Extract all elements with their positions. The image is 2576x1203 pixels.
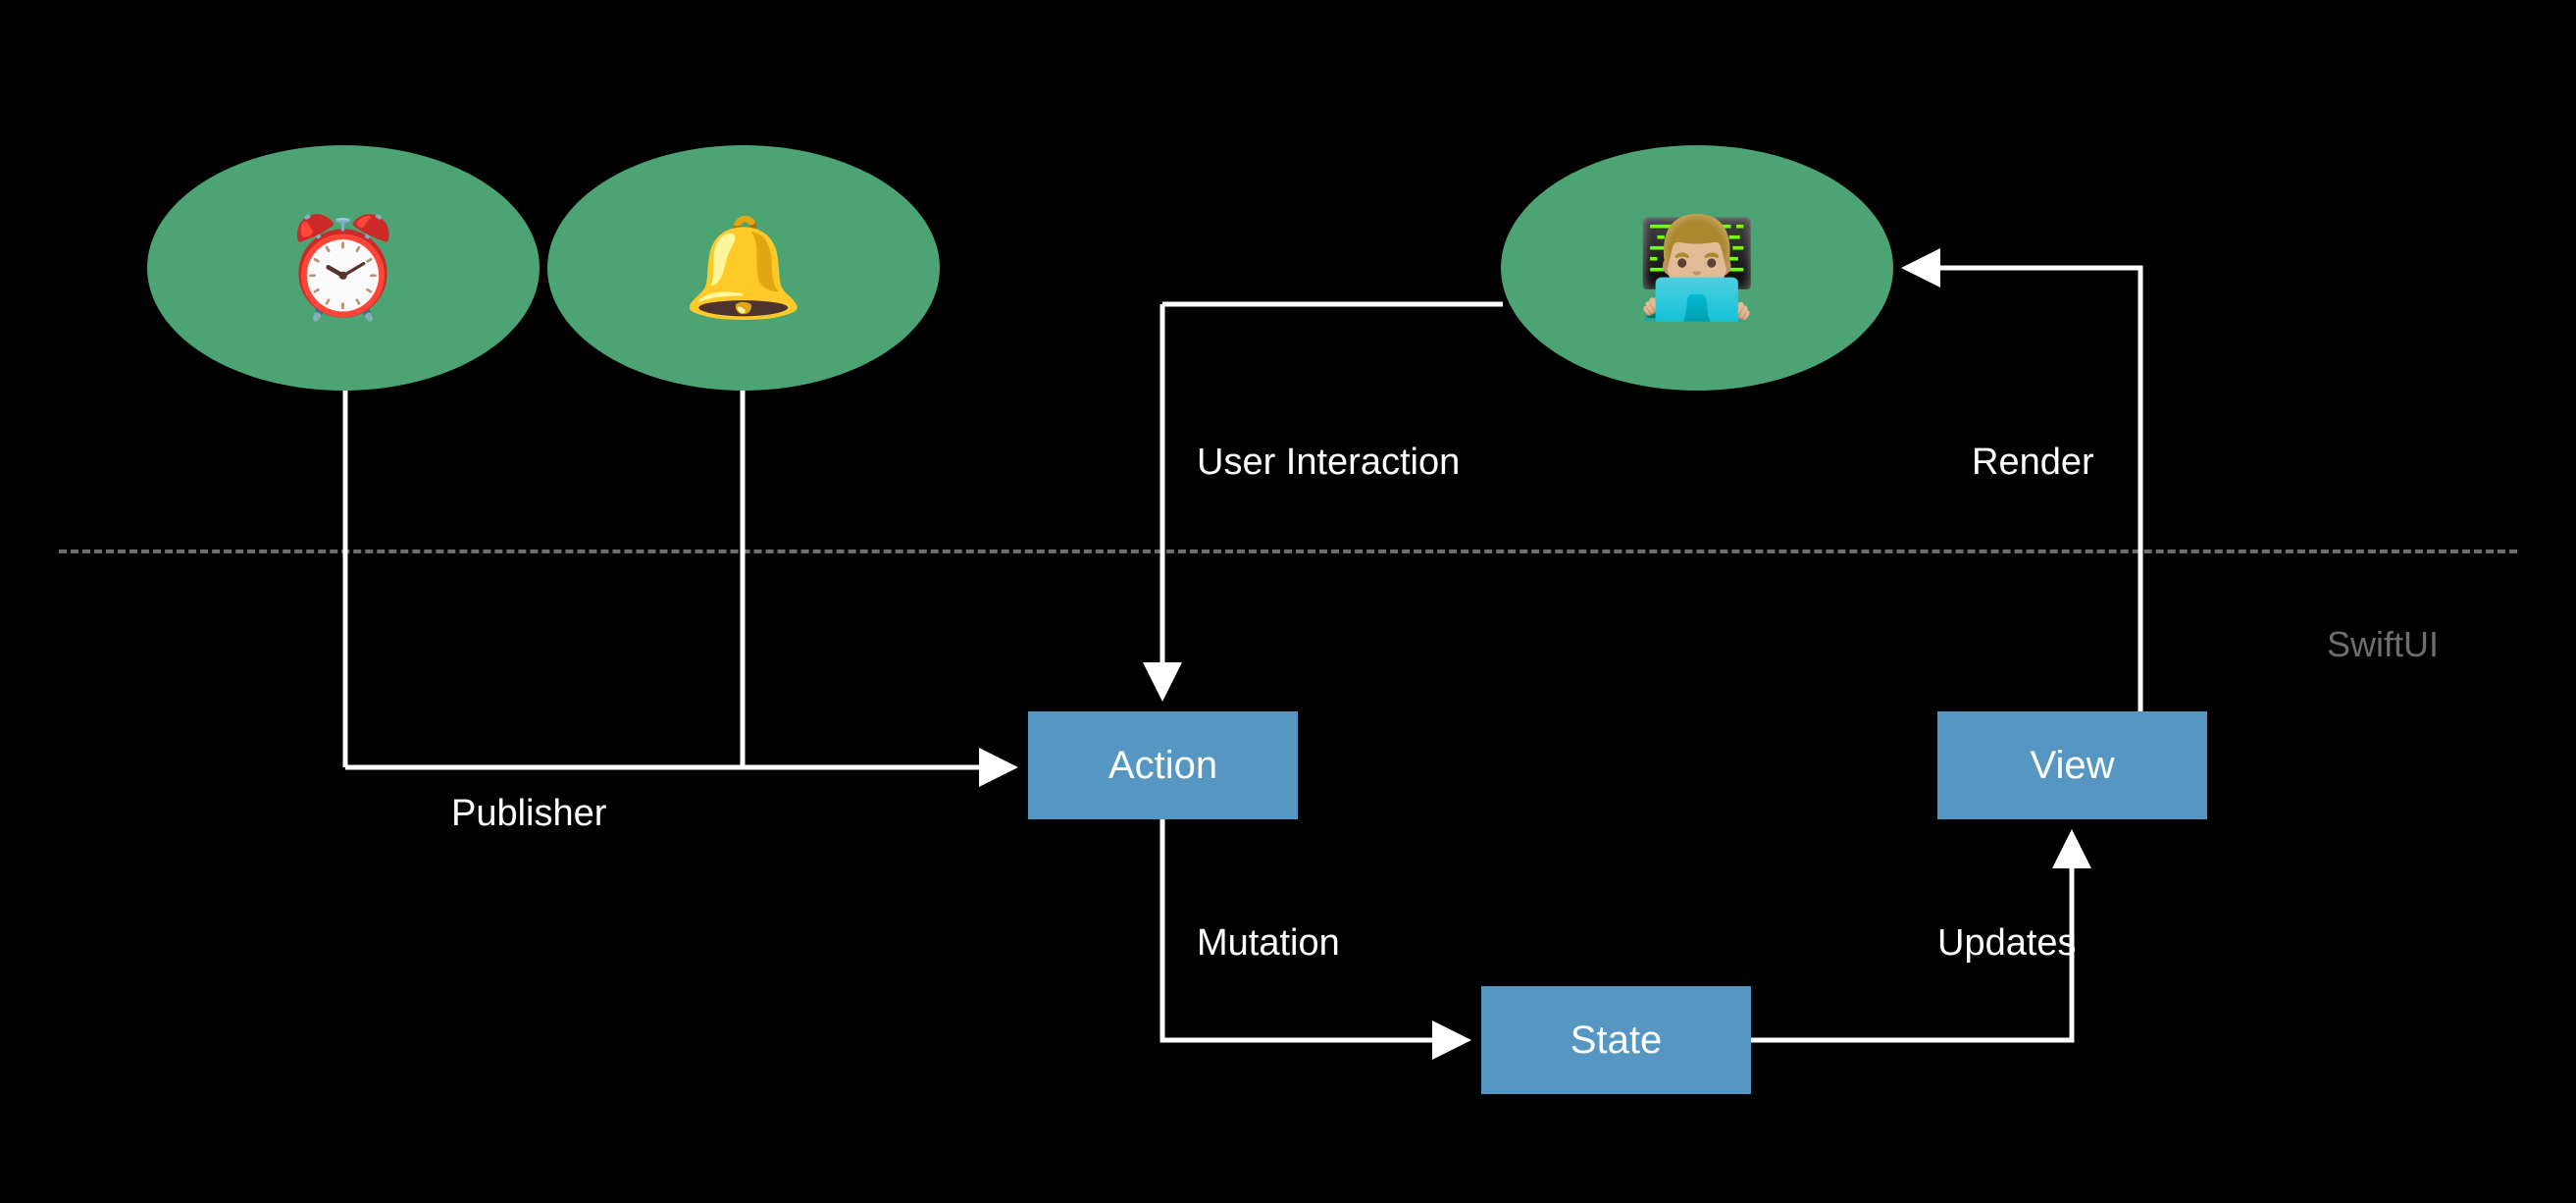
- alarm-clock-icon: ⏰: [283, 211, 405, 326]
- state-label: State: [1571, 1019, 1662, 1063]
- updates-label: Updates: [1937, 922, 2077, 965]
- publisher-label: Publisher: [451, 793, 606, 835]
- mutation-label: Mutation: [1197, 922, 1340, 965]
- action-label: Action: [1108, 744, 1217, 788]
- action-box: Action: [1028, 711, 1298, 819]
- clock-node: ⏰: [147, 145, 540, 391]
- bell-icon: 🔔: [683, 211, 805, 326]
- user-node: 👨🏼‍💻: [1501, 145, 1893, 391]
- separator-line: [59, 549, 2517, 553]
- render-label: Render: [1972, 442, 2094, 484]
- bell-node: 🔔: [547, 145, 940, 391]
- framework-label: SwiftUI: [2327, 624, 2439, 665]
- view-box: View: [1937, 711, 2207, 819]
- view-label: View: [2031, 744, 2115, 788]
- diagram-canvas: SwiftUI ⏰ 🔔 👨🏼‍💻 Action State View Publi…: [0, 0, 2576, 1203]
- state-box: State: [1481, 986, 1751, 1094]
- user-laptop-icon: 👨🏼‍💻: [1636, 211, 1759, 326]
- user-interaction-label: User Interaction: [1197, 442, 1460, 484]
